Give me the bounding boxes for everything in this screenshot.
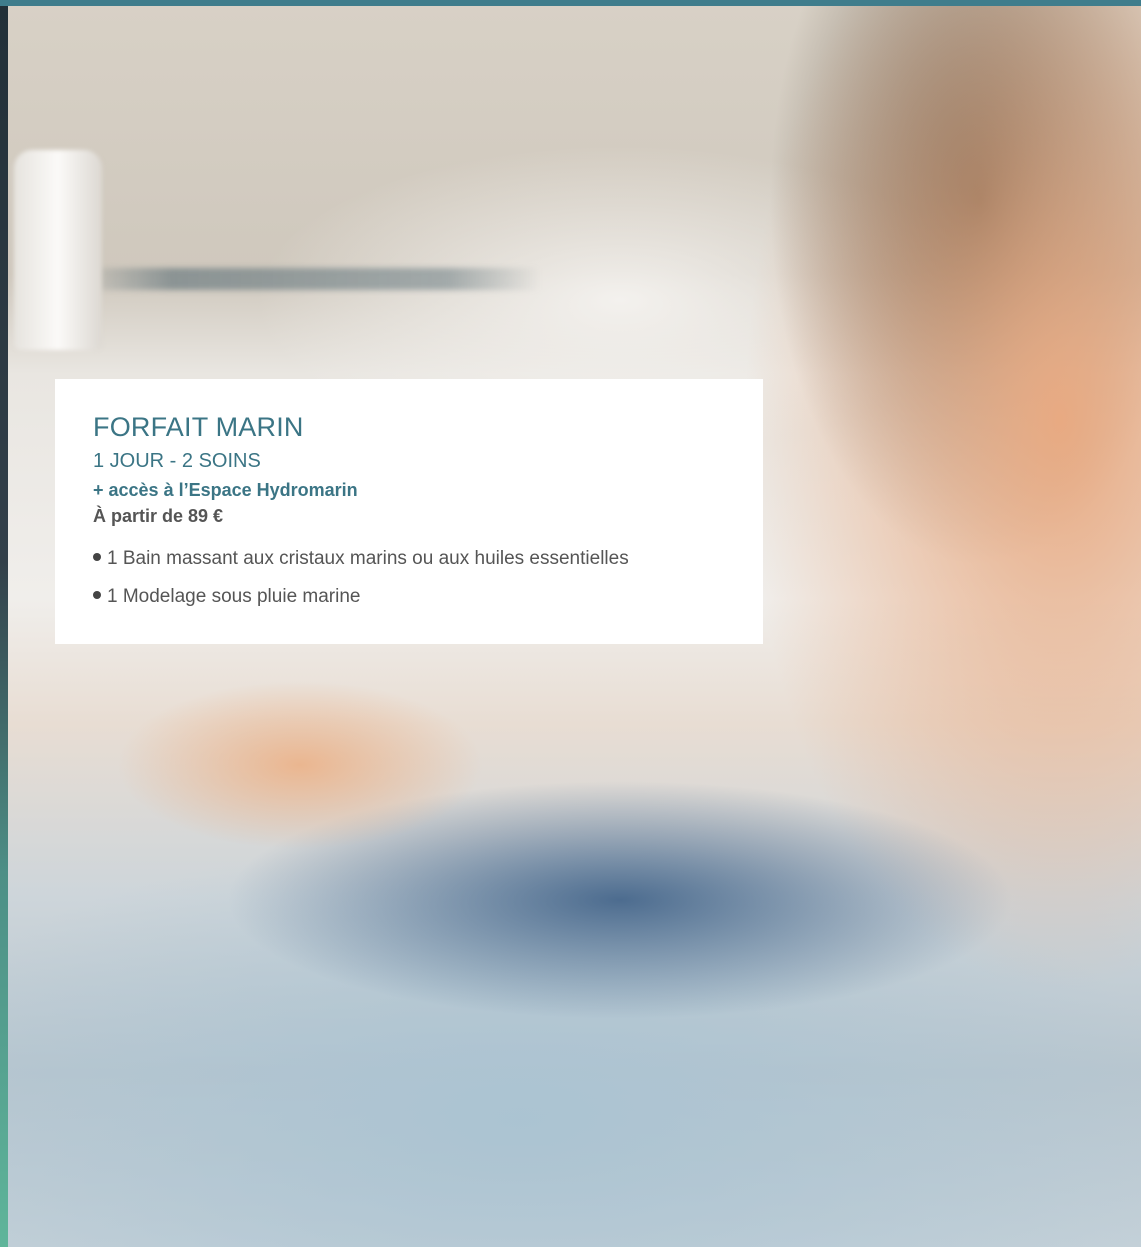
brochure-page: FORFAIT MARIN 1 JOUR - 2 SOINS + accès à… <box>0 0 1141 1247</box>
offer-title: FORFAIT MARIN <box>93 412 304 442</box>
list-item: 1 Modelage sous pluie marine <box>93 578 725 616</box>
bath-faucet <box>14 150 102 350</box>
offer-card: FORFAIT MARIN 1 JOUR - 2 SOINS + accès à… <box>55 379 763 644</box>
offer-subtitle: 1 JOUR - 2 SOINS <box>93 450 261 472</box>
wall-tile-band <box>80 268 540 290</box>
offer-access: + accès à l’Espace Hydromarin <box>93 480 358 500</box>
left-edge-strip <box>0 0 8 1247</box>
offer-item-text: 1 Bain massant aux cristaux marins ou au… <box>107 548 629 569</box>
top-accent-bar <box>0 0 1141 6</box>
list-item: 1 Bain massant aux cristaux marins ou au… <box>93 540 725 578</box>
offer-items-list: 1 Bain massant aux cristaux marins ou au… <box>93 540 725 616</box>
bullet-icon <box>93 552 101 561</box>
offer-item-text: 1 Modelage sous pluie marine <box>107 586 361 607</box>
offer-price: À partir de 89 € <box>93 506 224 526</box>
bullet-icon <box>93 590 101 599</box>
